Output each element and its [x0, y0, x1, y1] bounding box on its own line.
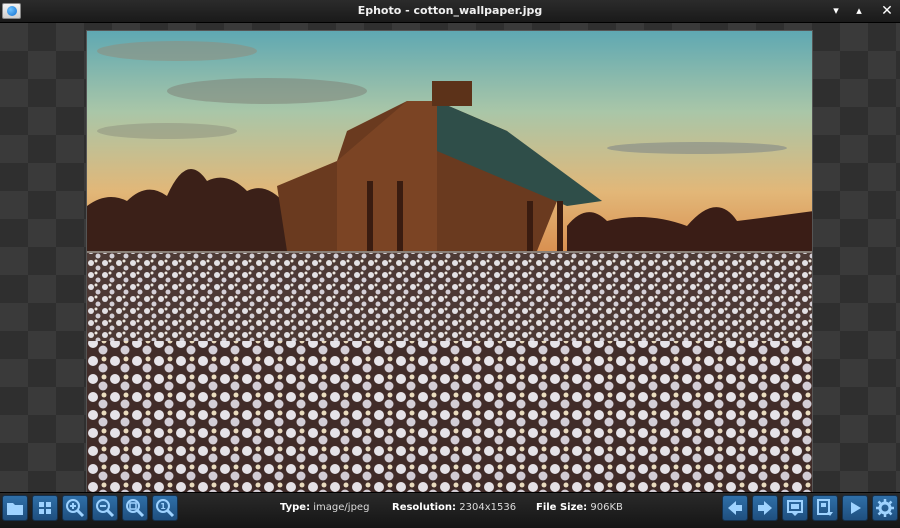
zoom-actual-icon[interactable]: 1: [152, 495, 178, 521]
image-viewer[interactable]: [0, 23, 900, 515]
chevron-up-icon[interactable]: ▴: [850, 2, 868, 20]
chevron-down-icon[interactable]: ▾: [827, 2, 845, 20]
next-icon[interactable]: [752, 495, 778, 521]
bottom-toolbar: 1 Type: image/jpeg Resolution: 2304x1536…: [0, 492, 900, 528]
photo-display: [86, 30, 813, 515]
zoom-out-icon[interactable]: [92, 495, 118, 521]
file-size-value: 906KB: [590, 502, 623, 513]
resolution-label: Resolution:: [392, 502, 457, 513]
type-value: image/jpeg: [313, 502, 370, 513]
window-title: Ephoto - cotton_wallpaper.jpg: [357, 4, 543, 17]
save-icon[interactable]: [812, 495, 838, 521]
previous-icon[interactable]: [722, 495, 748, 521]
settings-icon[interactable]: [872, 495, 898, 521]
resolution-value: 2304x1536: [459, 502, 517, 513]
photo-image: [87, 31, 812, 514]
play-icon[interactable]: [842, 495, 868, 521]
grid-icon[interactable]: [32, 495, 58, 521]
close-icon[interactable]: ✕: [878, 2, 896, 20]
resolution-info: Resolution: 2304x1536: [392, 502, 516, 513]
svg-text:1: 1: [160, 502, 166, 511]
zoom-fit-icon[interactable]: [122, 495, 148, 521]
type-label: Type:: [280, 502, 311, 513]
type-info: Type: image/jpeg: [280, 502, 369, 513]
file-size-info: File Size: 906KB: [536, 502, 623, 513]
title-bar: Ephoto - cotton_wallpaper.jpg ▾ ▴ ✕: [0, 0, 900, 23]
slideshow-icon[interactable]: [782, 495, 808, 521]
folder-icon[interactable]: [2, 495, 28, 521]
file-size-label: File Size:: [536, 502, 588, 513]
zoom-in-icon[interactable]: [62, 495, 88, 521]
